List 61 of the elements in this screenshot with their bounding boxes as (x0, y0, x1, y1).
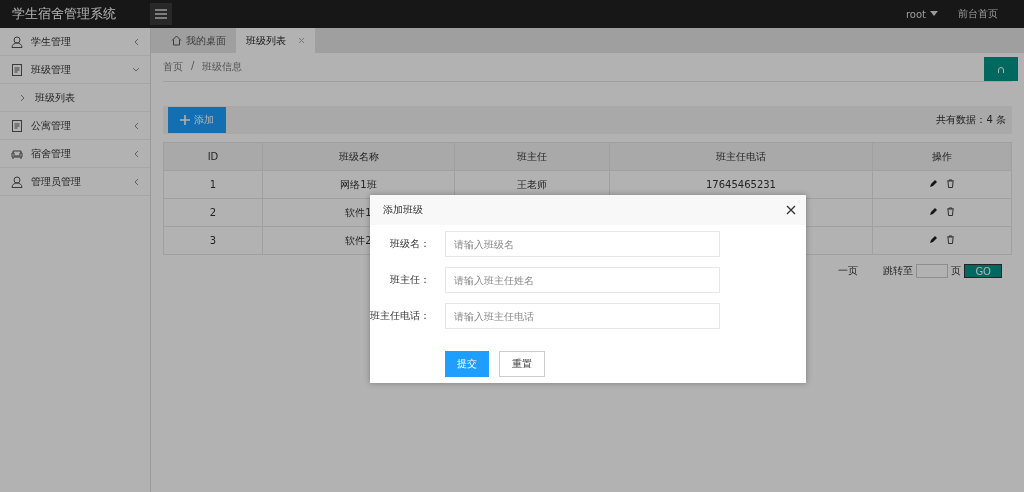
close-icon[interactable] (786, 205, 796, 215)
column-header: 班主任电话 (609, 142, 873, 171)
caret-icon[interactable] (930, 11, 938, 17)
page-label: 页 (951, 264, 962, 278)
breadcrumb-separator: / (191, 60, 195, 73)
chevron-icon (132, 177, 140, 186)
tab[interactable]: 我的桌面 (161, 28, 236, 53)
breadcrumb-link[interactable]: 班级信息 (202, 60, 243, 74)
user-menu[interactable]: root (905, 8, 926, 20)
table-cell: 王老师 (517, 178, 547, 190)
sofa-icon (11, 147, 23, 160)
refresh-icon (997, 65, 1005, 74)
sidebar-item[interactable]: 公寓管理 (0, 112, 150, 140)
document-icon (11, 63, 23, 76)
table-cell: 网络1班 (340, 178, 377, 190)
edit-icon[interactable] (929, 179, 939, 188)
breadcrumb-link[interactable]: 首页 (163, 60, 183, 74)
home-link[interactable]: 前台首页 (958, 7, 998, 21)
field-label: 班主任： (389, 273, 431, 287)
total-count: 共有数据：4 条 (936, 113, 1006, 127)
trash-icon[interactable] (945, 207, 955, 216)
column-header: 班级名称 (262, 142, 455, 171)
chevron-icon (132, 37, 140, 46)
column-header: 班主任 (454, 142, 610, 171)
edit-icon[interactable] (929, 235, 939, 244)
table-cell: 2 (163, 198, 263, 227)
next-page-link[interactable]: 一页 (838, 264, 859, 278)
tab[interactable]: 班级列表 (236, 28, 315, 53)
dialog-title: 添加班级 (383, 203, 423, 217)
reset-button[interactable]: 重置 (499, 351, 545, 377)
sidebar-item[interactable]: 班级管理 (0, 56, 150, 84)
sidebar-item[interactable]: 学生管理 (0, 28, 150, 56)
page-input[interactable] (916, 264, 949, 278)
document-icon (11, 119, 23, 132)
column-header: ID (163, 142, 263, 171)
menu-icon[interactable] (150, 3, 172, 25)
app-title: 学生宿舍管理系统 (12, 5, 117, 23)
field-label: 班级名： (389, 237, 431, 251)
table-cell: 17645465231 (706, 179, 776, 190)
input-field[interactable]: 请输入班级名 (445, 231, 720, 257)
chevron-icon (132, 149, 140, 158)
sidebar-subitem[interactable]: 班级列表 (35, 90, 75, 105)
home-icon (171, 35, 182, 46)
chevron-icon (132, 65, 140, 74)
input-field[interactable]: 请输入班主任姓名 (445, 267, 720, 293)
user-icon (11, 35, 23, 48)
trash-icon[interactable] (945, 235, 955, 244)
plus-icon (180, 115, 190, 125)
edit-icon[interactable] (929, 207, 939, 216)
sidebar-item[interactable]: 管理员管理 (0, 168, 150, 196)
table-cell: 3 (163, 226, 263, 255)
chevron-icon (132, 121, 140, 130)
user-icon (11, 175, 23, 188)
table-cell: 1 (163, 170, 263, 199)
column-header: 操作 (872, 142, 1012, 171)
field-label: 班主任电话： (370, 309, 431, 323)
trash-icon[interactable] (945, 179, 955, 188)
jump-label: 跳转至 (883, 264, 914, 278)
sidebar-item[interactable]: 宿舍管理 (0, 140, 150, 168)
input-field[interactable]: 请输入班主任电话 (445, 303, 720, 329)
chevron-icon (20, 93, 25, 102)
